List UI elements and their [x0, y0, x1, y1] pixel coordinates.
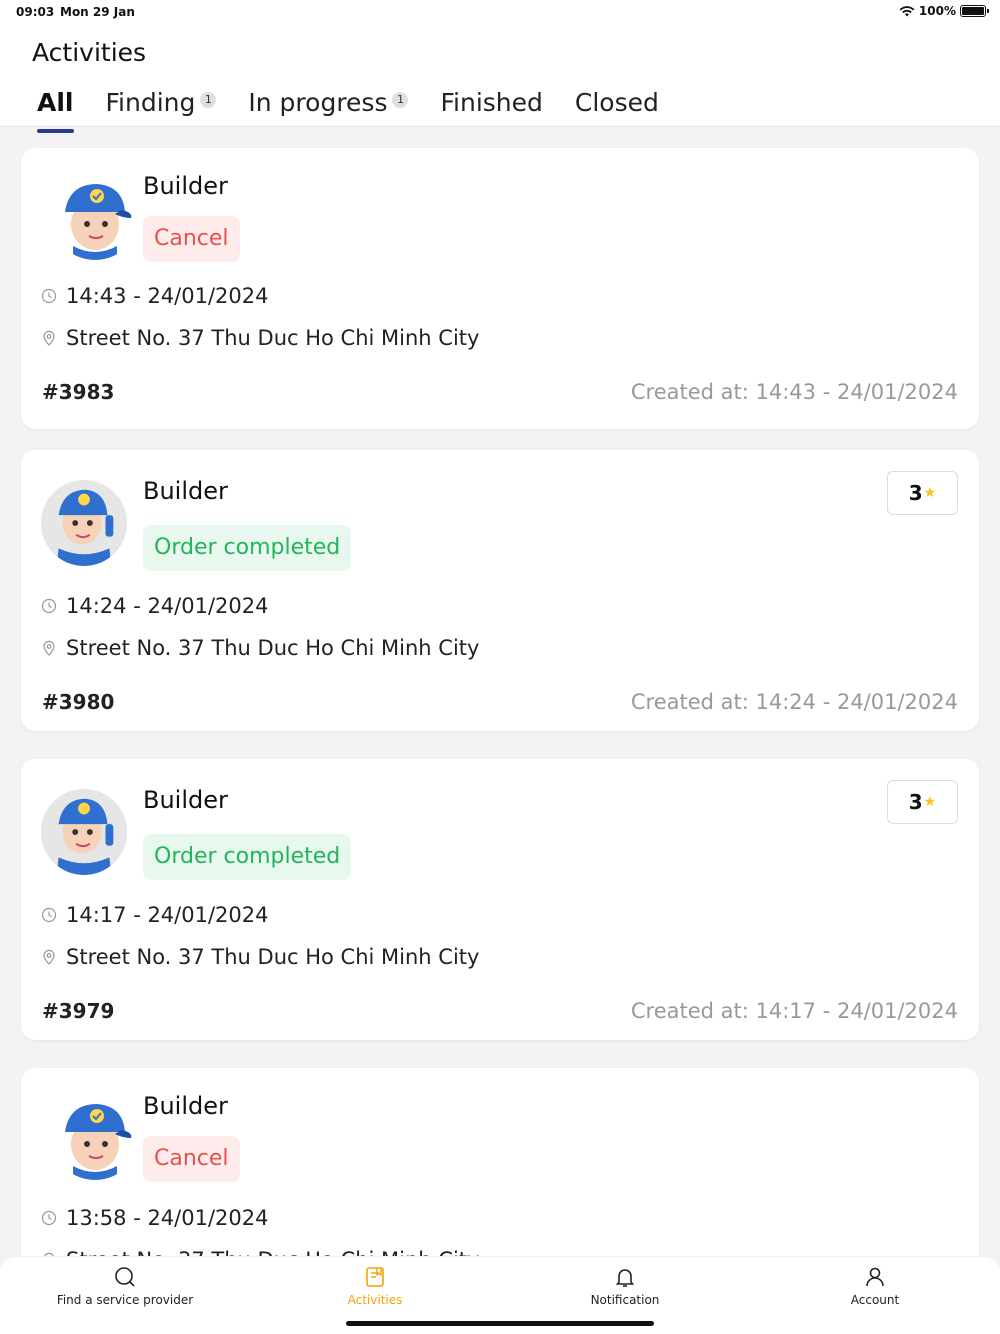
clock-icon — [41, 1210, 57, 1226]
nav-notification[interactable]: Notification — [500, 1265, 750, 1307]
address-row: Street No. 37 Thu Duc Ho Chi Minh City — [41, 326, 479, 350]
builder-avatar-icon — [65, 1104, 132, 1180]
activities-icon — [366, 1267, 384, 1287]
order-time: 14:24 - 24/01/2024 — [66, 594, 269, 618]
rating-value: 3 — [908, 481, 923, 505]
time-row: 14:17 - 24/01/2024 — [41, 903, 268, 927]
order-id: #3983 — [42, 380, 115, 404]
time-row: 13:58 - 24/01/2024 — [41, 1206, 268, 1230]
home-indicator — [346, 1321, 654, 1326]
status-bar: 09:03 Mon 29 Jan 100% — [0, 0, 1000, 26]
order-address: Street No. 37 Thu Duc Ho Chi Minh City — [66, 636, 480, 660]
provider-name: Builder — [143, 172, 228, 200]
tab-label: In progress — [248, 88, 388, 117]
status-time: 09:03 — [16, 5, 55, 19]
order-id: #3979 — [42, 999, 115, 1023]
tab-all[interactable]: All — [37, 88, 74, 133]
address-row: Street No. 37 Thu Duc Ho Chi Minh City — [41, 945, 479, 969]
battery-percent: 100% — [918, 4, 956, 18]
nav-activities[interactable]: Activities — [250, 1265, 500, 1307]
order-card[interactable]: Builder Order completed 3 ★ 14:17 - 24/01… — [21, 759, 979, 1040]
nav-label: Notification — [590, 1293, 660, 1307]
order-time: 13:58 - 24/01/2024 — [66, 1206, 269, 1230]
created-at: Created at: 14:43 - 24/01/2024 — [630, 380, 958, 404]
tab-bar: All Finding 1 In progress 1 Finished Close… — [37, 88, 691, 133]
rating-value: 3 — [908, 790, 923, 814]
tab-count-badge: 1 — [392, 92, 409, 108]
bottom-nav: Find a service provider Activities Notif… — [0, 1256, 1000, 1334]
builder-avatar-icon — [41, 789, 127, 875]
builder-avatar-icon — [41, 480, 127, 566]
tab-label: All — [37, 88, 74, 117]
clock-icon — [41, 288, 57, 304]
location-pin-icon — [43, 640, 55, 656]
header: Activities All Finding 1 In progress 1 Fin… — [0, 26, 1000, 133]
tab-label: Closed — [574, 88, 659, 117]
tab-finding[interactable]: Finding 1 — [106, 88, 217, 117]
status-badge: Order completed — [143, 525, 352, 571]
tab-label: Finished — [440, 88, 543, 117]
nav-find-provider[interactable]: Find a service provider — [0, 1265, 250, 1307]
battery-icon — [960, 5, 989, 17]
clock-icon — [41, 907, 57, 923]
search-icon — [115, 1267, 135, 1287]
rating-badge: 3 ★ — [887, 471, 958, 515]
clock-icon — [41, 598, 57, 614]
provider-name: Builder — [143, 477, 228, 505]
order-id: #3980 — [42, 690, 115, 714]
order-card[interactable]: Builder Order completed 3 ★ 14:24 - 24/01… — [21, 450, 979, 731]
location-pin-icon — [43, 949, 55, 965]
order-card[interactable]: Builder Cancel 14:43 - 24/01/2024 Street… — [21, 148, 979, 429]
created-at: Created at: 14:17 - 24/01/2024 — [630, 999, 958, 1023]
provider-name: Builder — [143, 1092, 228, 1120]
status-badge: Cancel — [143, 216, 240, 262]
created-at: Created at: 14:24 - 24/01/2024 — [630, 690, 958, 714]
status-badge: Order completed — [143, 834, 352, 880]
status-badge: Cancel — [143, 1136, 240, 1182]
address-row: Street No. 37 Thu Duc Ho Chi Minh City — [41, 636, 479, 660]
order-time: 14:17 - 24/01/2024 — [66, 903, 269, 927]
status-right: 100% — [899, 4, 989, 18]
page-title: Activities — [32, 38, 147, 67]
tab-count-badge: 1 — [200, 92, 217, 108]
time-row: 14:24 - 24/01/2024 — [41, 594, 268, 618]
order-time: 14:43 - 24/01/2024 — [66, 284, 269, 308]
tab-finished[interactable]: Finished — [440, 88, 542, 117]
tab-in-progress[interactable]: In progress 1 — [248, 88, 409, 117]
order-address: Street No. 37 Thu Duc Ho Chi Minh City — [66, 945, 480, 969]
star-icon: ★ — [923, 794, 937, 810]
location-pin-icon — [43, 330, 55, 346]
nav-label: Account — [850, 1293, 900, 1307]
rating-badge: 3 ★ — [887, 780, 958, 824]
nav-account[interactable]: Account — [750, 1265, 1000, 1307]
tab-label: Finding — [105, 88, 196, 117]
wifi-icon — [899, 6, 915, 17]
nav-label: Find a service provider — [56, 1293, 194, 1307]
status-date: Mon 29 Jan — [60, 5, 135, 19]
star-icon: ★ — [923, 485, 937, 501]
time-row: 14:43 - 24/01/2024 — [41, 284, 268, 308]
order-address: Street No. 37 Thu Duc Ho Chi Minh City — [66, 326, 480, 350]
person-icon — [866, 1267, 884, 1287]
bell-icon — [615, 1269, 635, 1287]
nav-label: Activities — [347, 1293, 403, 1307]
builder-avatar-icon — [65, 184, 132, 260]
provider-name: Builder — [143, 786, 228, 814]
tab-closed[interactable]: Closed — [575, 88, 659, 117]
